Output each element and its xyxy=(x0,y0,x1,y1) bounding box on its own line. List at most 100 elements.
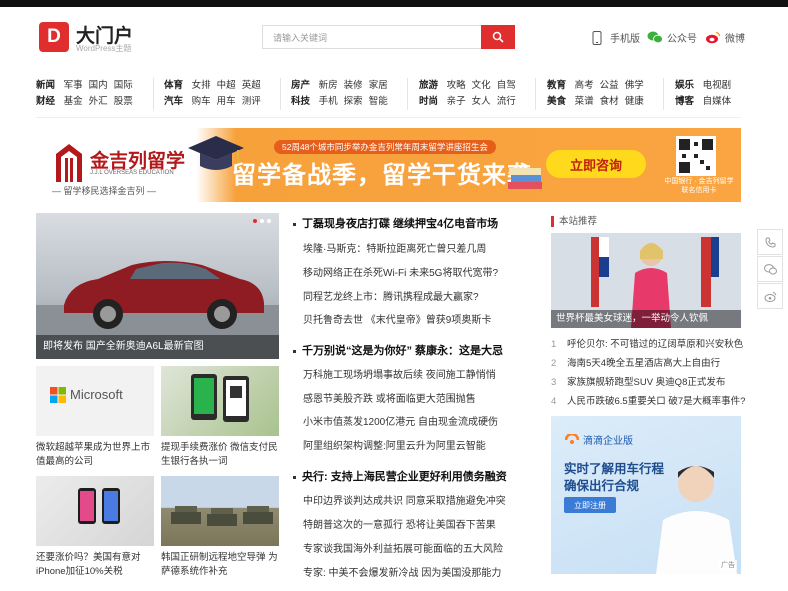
logo-char: D xyxy=(47,26,61,47)
nav-item[interactable]: 娱乐 xyxy=(675,80,694,91)
news-item[interactable]: 移动网络正在杀死Wi-Fi 未来5G将取代宽带? xyxy=(303,264,498,279)
news-item[interactable]: 中印边界谈判达成共识 同意采取措施避免冲突 xyxy=(303,492,506,507)
ad-register-button[interactable]: 立即注册 xyxy=(564,497,616,513)
nav-item[interactable]: 健康 xyxy=(625,96,644,107)
nav-item[interactable]: 女人 xyxy=(472,96,491,107)
mobile-link[interactable]: 手机版 xyxy=(592,30,640,45)
nav-item[interactable]: 中超 xyxy=(217,80,236,91)
thumb-caption[interactable]: 韩国正研制远程地空导弹 为萨德系统作补充 xyxy=(161,551,281,579)
nav-item[interactable]: 高考 xyxy=(575,80,594,91)
slide-dots[interactable] xyxy=(253,219,271,223)
news-item[interactable]: 感恩节美股齐跌 或将面临更大范围抛售 xyxy=(303,390,476,405)
search-button[interactable] xyxy=(481,25,515,49)
recommend-item[interactable]: 2 海南5天4晚全五星酒店高大上自由行 xyxy=(551,355,720,369)
qr-code-icon xyxy=(676,136,716,176)
nav-item[interactable]: 体育 xyxy=(164,80,183,91)
nav-item[interactable]: 汽车 xyxy=(164,96,183,107)
site-logo[interactable]: D xyxy=(39,22,69,52)
feature-caption: 即将发布 国产全新奥迪A6L最新官图 xyxy=(36,335,279,359)
wechat-label: 公众号 xyxy=(667,34,697,45)
recommend-item[interactable]: 1 呼伦贝尔: 不可错过的辽阔草原和兴安秋色 xyxy=(551,336,743,350)
nav-item[interactable]: 用车 xyxy=(217,96,236,107)
recommend-item[interactable]: 4 人民币跌破6.5重要关口 破7是大概率事件? xyxy=(551,393,745,407)
didi-ad[interactable]: 滴滴企业版 实时了解用车行程 确保出行合规 立即注册 广告 xyxy=(551,416,741,574)
nav-item[interactable]: 英超 xyxy=(242,80,261,91)
weibo-link[interactable]: 微博 xyxy=(705,30,745,45)
nav-item[interactable]: 测评 xyxy=(242,96,261,107)
thumb-image[interactable] xyxy=(161,366,279,436)
nav-item[interactable]: 外汇 xyxy=(89,96,108,107)
news-item[interactable]: 专家: 中美不会爆发新冷战 因为美国没那能力 xyxy=(303,564,501,579)
ad-tag: 广告 xyxy=(719,560,737,570)
news-item[interactable]: 贝托鲁奇去世 《末代皇帝》曾获9项奥斯卡 xyxy=(303,311,491,326)
nav-item[interactable]: 电视剧 xyxy=(703,80,732,91)
nav-item[interactable]: 公益 xyxy=(600,80,619,91)
news-item[interactable]: 埃隆·马斯克：特斯拉距离死亡曾只差几周 xyxy=(303,240,486,255)
news-headline[interactable]: 丁磊现身夜店打碟 继续押宝4亿电音市场 xyxy=(293,215,498,231)
banner-ad[interactable]: 金吉列留学 J.J.L OVERSEAS EDUCATION — 留学移民选择金… xyxy=(36,128,741,202)
missile-vehicles-illustration xyxy=(171,506,273,526)
nav-item[interactable]: 军事 xyxy=(64,80,83,91)
nav-item[interactable]: 自媒体 xyxy=(703,96,732,107)
side-wechat-button[interactable] xyxy=(757,256,783,282)
nav-item[interactable]: 流行 xyxy=(497,96,516,107)
nav-item[interactable]: 教育 xyxy=(547,80,566,91)
nav-item[interactable]: 财经 xyxy=(36,96,55,107)
nav-item[interactable]: 亲子 xyxy=(447,96,466,107)
nav-item[interactable]: 美食 xyxy=(547,96,566,107)
nav-item[interactable]: 食材 xyxy=(600,96,619,107)
nav-item[interactable]: 菜谱 xyxy=(575,96,594,107)
nav-item[interactable]: 时尚 xyxy=(419,96,438,107)
weibo-side-icon xyxy=(764,291,776,302)
side-phone-button[interactable] xyxy=(757,229,783,255)
weibo-icon xyxy=(706,31,721,44)
thumb-image[interactable] xyxy=(36,476,154,546)
thumb-image[interactable]: Microsoft xyxy=(36,366,154,436)
nav-item[interactable]: 家居 xyxy=(369,80,388,91)
news-item[interactable]: 小米市值蒸发1200亿港元 自由现金流成硬伤 xyxy=(303,413,498,428)
recommend-image[interactable]: 世界杯最美女球迷，一举动令人钦佩 xyxy=(551,233,741,328)
news-item[interactable]: 同程艺龙终上市：腾讯携程成最大赢家? xyxy=(303,288,479,303)
nav-item[interactable]: 攻略 xyxy=(447,80,466,91)
nav-item[interactable]: 国际 xyxy=(114,80,133,91)
consult-button[interactable]: 立即咨询 xyxy=(546,150,646,178)
news-item[interactable]: 万科施工现场坍塌事故后续 夜间施工静悄悄 xyxy=(303,366,496,381)
thumb-image[interactable] xyxy=(161,476,279,546)
ad-line2: 确保出行合规 xyxy=(564,479,640,493)
news-item[interactable]: 阿里组织架构调整:阿里云升为阿里云智能 xyxy=(303,437,486,452)
nav-item[interactable]: 智能 xyxy=(369,96,388,107)
iphone-illustration xyxy=(78,488,120,524)
nav-item[interactable]: 博客 xyxy=(675,96,694,107)
nav-item[interactable]: 佛学 xyxy=(625,80,644,91)
nav-item[interactable]: 基金 xyxy=(64,96,83,107)
phone-payment-illustration xyxy=(191,374,249,422)
nav-item[interactable]: 自驾 xyxy=(497,80,516,91)
news-headline[interactable]: 央行: 支持上海民营企业更好利用债务融资 xyxy=(293,468,507,484)
nav-item[interactable]: 新房 xyxy=(319,80,338,91)
nav-item[interactable]: 股票 xyxy=(114,96,133,107)
nav-item[interactable]: 文化 xyxy=(472,80,491,91)
nav-item[interactable]: 购车 xyxy=(192,96,211,107)
thumb-caption[interactable]: 提现手续费涨价 微信支付民生银行各执一词 xyxy=(161,441,281,469)
nav-item[interactable]: 旅游 xyxy=(419,80,438,91)
feature-slide[interactable]: 即将发布 国产全新奥迪A6L最新官图 xyxy=(36,213,279,359)
nav-item[interactable]: 房产 xyxy=(291,80,310,91)
nav-item[interactable]: 手机 xyxy=(319,96,338,107)
qr-note: 中国银行 · 金吉列留学 联名信用卡 xyxy=(664,178,734,194)
wechat-link[interactable]: 公众号 xyxy=(647,30,697,45)
side-weibo-button[interactable] xyxy=(757,283,783,309)
recommend-item[interactable]: 3 家族旗舰轿跑型SUV 奥迪Q8正式发布 xyxy=(551,374,725,388)
news-item[interactable]: 特朗普这次的一意孤行 恐将让美国吞下苦果 xyxy=(303,516,496,531)
thumb-caption[interactable]: 微软超越苹果成为世界上市值最高的公司 xyxy=(36,441,156,469)
nav-item[interactable]: 科技 xyxy=(291,96,310,107)
nav-divider xyxy=(663,78,664,110)
nav-item[interactable]: 女排 xyxy=(192,80,211,91)
nav-item[interactable]: 新闻 xyxy=(36,80,55,91)
news-item[interactable]: 专家谈我国海外利益拓展可能面临的五大风险 xyxy=(303,540,503,555)
nav-item[interactable]: 探索 xyxy=(344,96,363,107)
thumb-caption[interactable]: 还要涨价吗？美国有意对iPhone加征10%关税 xyxy=(36,551,156,579)
search-input[interactable]: 请输入关键词 xyxy=(262,25,482,49)
nav-item[interactable]: 国内 xyxy=(89,80,108,91)
nav-item[interactable]: 装修 xyxy=(344,80,363,91)
news-headline[interactable]: 千万别说“这是为你好” 蔡康永：这是大忌 xyxy=(293,342,503,358)
